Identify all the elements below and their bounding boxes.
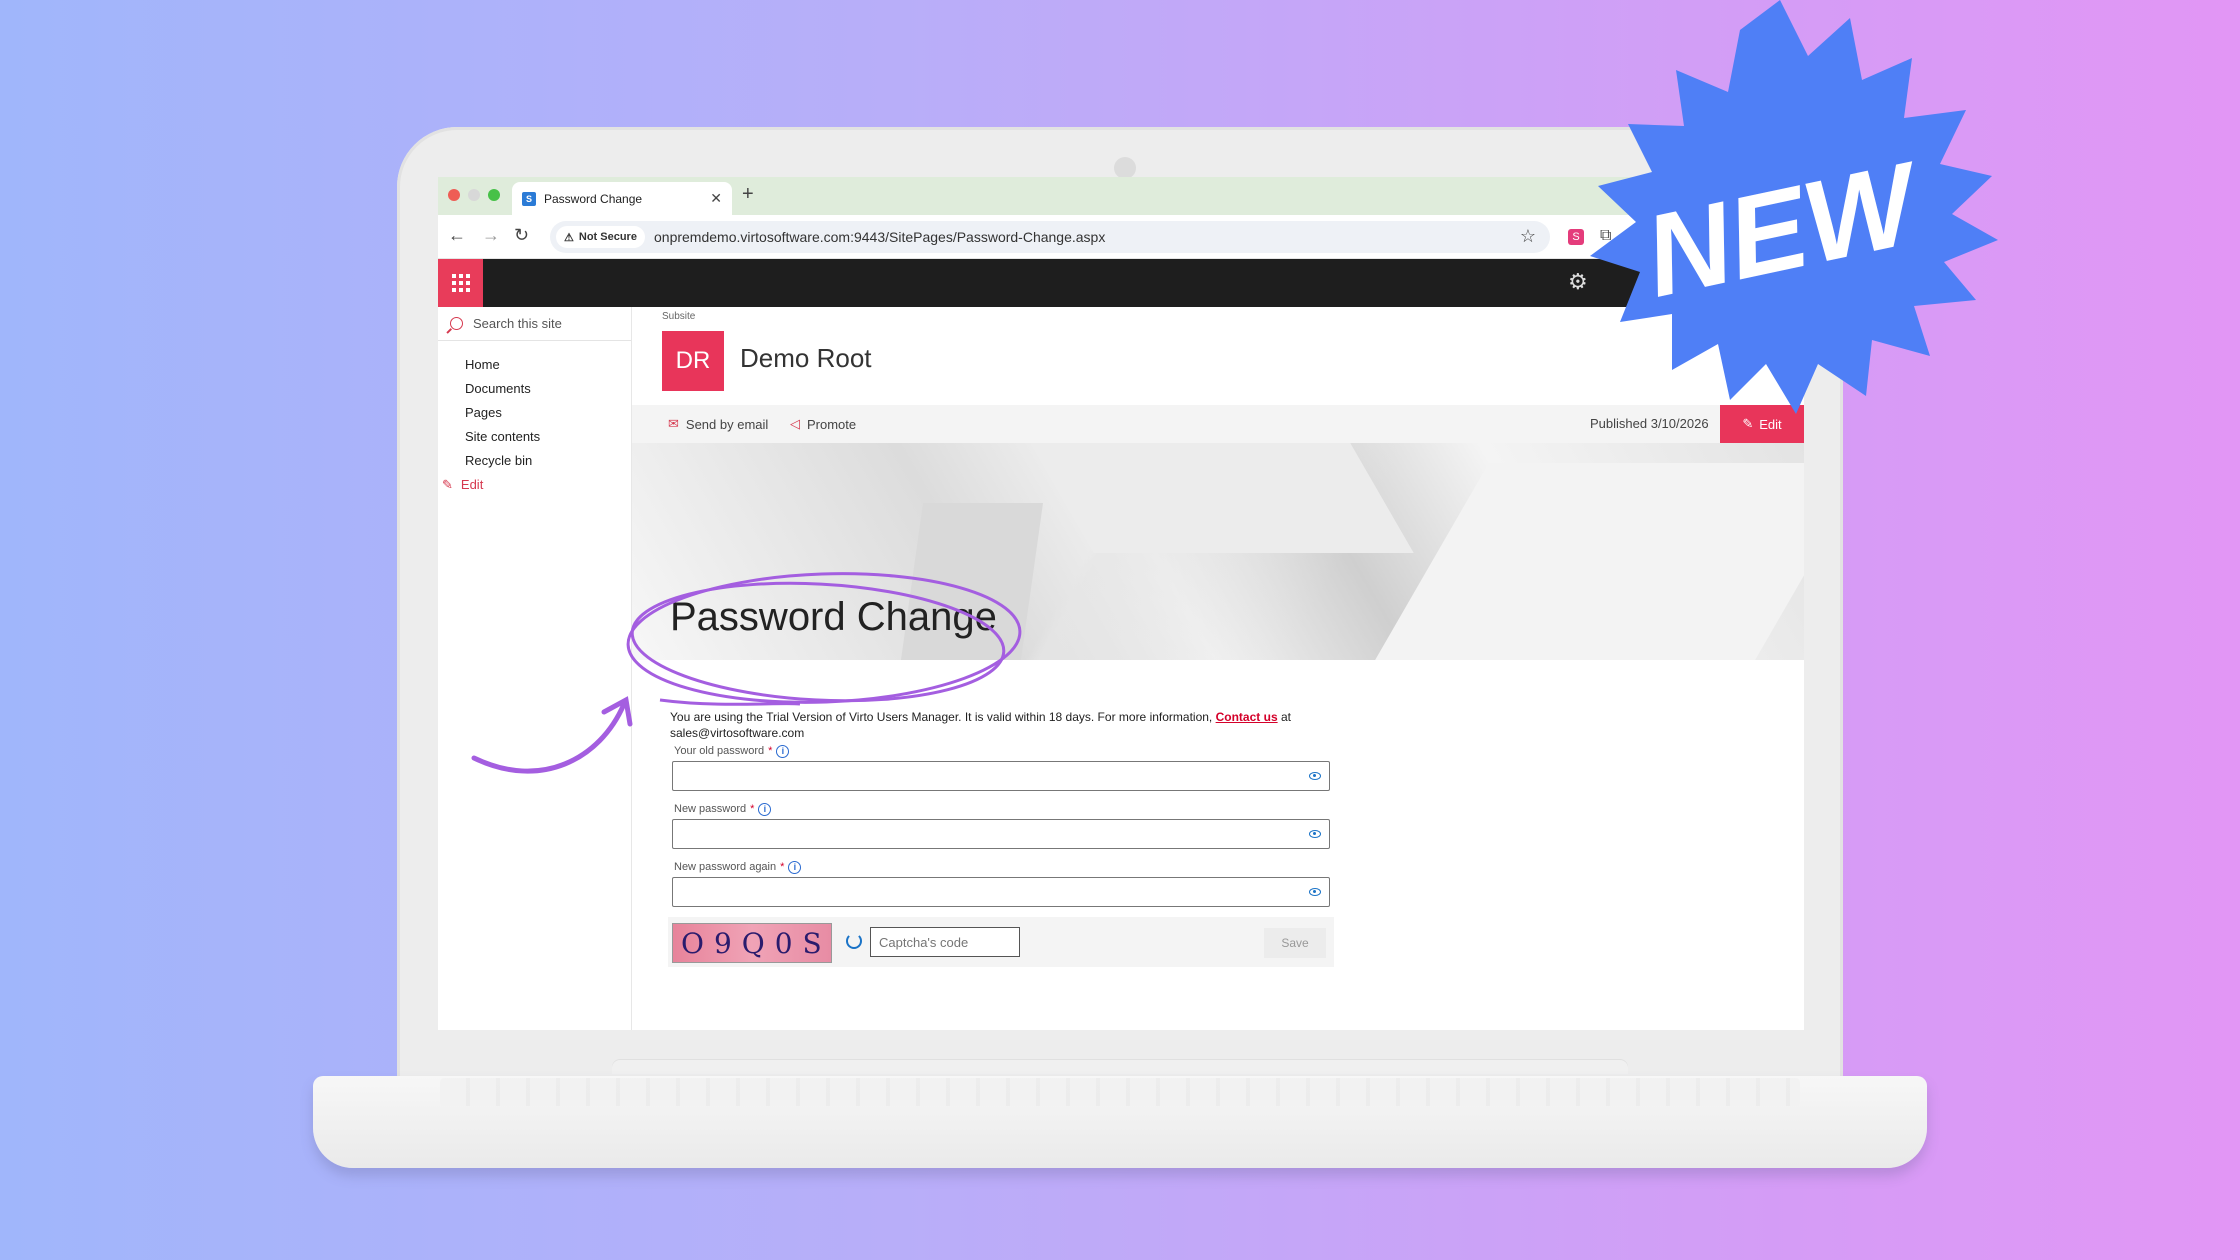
show-password-eye-icon[interactable] xyxy=(1309,888,1321,896)
refresh-captcha-icon[interactable] xyxy=(846,933,862,949)
nav-list: Home Documents Pages Site contents Recyc… xyxy=(438,341,631,497)
extensions-puzzle-icon[interactable]: ⧉ xyxy=(1600,227,1611,245)
site-search-box[interactable]: Search this site xyxy=(438,307,631,341)
promote-button[interactable]: ◁ Promote xyxy=(790,416,856,432)
required-marker: * xyxy=(750,803,755,815)
captcha-input[interactable] xyxy=(870,927,1020,957)
browser-toolbar: ← → ↻ ⚠ Not Secure onpremdemo.virtosoftw… xyxy=(438,215,1804,259)
info-icon[interactable]: i xyxy=(758,802,772,816)
required-marker: * xyxy=(780,861,785,873)
browser-tab[interactable]: S Password Change ✕ xyxy=(512,182,732,215)
security-indicator[interactable]: ⚠ Not Secure xyxy=(556,226,645,248)
promote-label: Promote xyxy=(807,416,857,432)
subsite-label[interactable]: Subsite xyxy=(662,311,695,322)
captcha-row: O9Q0S Save xyxy=(668,917,1334,967)
laptop-camera xyxy=(1114,157,1136,179)
reload-icon[interactable]: ↻ xyxy=(514,225,529,246)
send-by-email-button[interactable]: ✉ Send by email xyxy=(668,416,768,432)
old-password-label: Your old password * i xyxy=(674,743,1368,759)
send-by-email-label: Send by email xyxy=(685,416,769,432)
info-icon[interactable]: i xyxy=(788,860,802,874)
new-password-label: New password * i xyxy=(674,801,1368,817)
site-title[interactable]: Demo Root xyxy=(740,343,872,374)
security-label: Not Secure xyxy=(578,231,637,243)
laptop-screen: S Password Change ✕ + ← → ↻ ⚠ Not Secure… xyxy=(438,177,1804,1030)
browser-tab-bar: S Password Change ✕ + xyxy=(438,177,1804,215)
megaphone-icon: ◁ xyxy=(790,416,800,431)
save-button[interactable]: Save xyxy=(1264,928,1326,958)
page-title: Password Change xyxy=(670,595,997,639)
mail-icon: ✉ xyxy=(668,416,679,431)
close-window-button[interactable] xyxy=(448,189,460,201)
page-edit-button[interactable]: ✎ Edit xyxy=(1720,405,1804,443)
password-change-form: Your old password * i New password * i N… xyxy=(668,743,1368,967)
bookmark-star-icon[interactable]: ☆ xyxy=(1520,226,1536,247)
tab-title: Password Change xyxy=(544,191,643,206)
back-arrow-icon[interactable]: ← xyxy=(448,225,466,246)
published-date: Published 3/10/2026 xyxy=(1590,416,1709,431)
search-icon xyxy=(450,317,463,330)
suite-bar: ⚙ xyxy=(438,259,1804,307)
trial-notice: You are using the Trial Version of Virto… xyxy=(670,709,1330,741)
show-password-eye-icon[interactable] xyxy=(1309,830,1321,838)
nav-edit-label: Edit xyxy=(460,477,484,492)
forward-arrow-icon[interactable]: → xyxy=(482,225,500,246)
pencil-icon: ✎ xyxy=(1742,416,1754,431)
contact-us-link[interactable]: Contact us xyxy=(1216,710,1278,724)
warning-icon: ⚠ xyxy=(564,231,574,244)
url-text[interactable]: onpremdemo.virtosoftware.com:9443/SitePa… xyxy=(654,229,1105,245)
show-password-eye-icon[interactable] xyxy=(1309,772,1321,780)
site-logo[interactable]: DR xyxy=(662,331,724,391)
nav-item-site-contents[interactable]: Site contents xyxy=(438,425,631,449)
nav-edit-link[interactable]: ✎ Edit xyxy=(438,473,631,497)
hero-banner: Password Change xyxy=(632,443,1804,660)
nav-item-home[interactable]: Home xyxy=(438,353,631,377)
left-navigation: Search this site Home Documents Pages Si… xyxy=(438,307,632,1030)
laptop-keyboard xyxy=(440,1078,1800,1106)
app-launcher-waffle-icon[interactable] xyxy=(438,259,483,307)
info-icon[interactable]: i xyxy=(776,744,790,758)
required-marker: * xyxy=(768,745,773,757)
new-tab-button[interactable]: + xyxy=(742,183,754,206)
old-password-input[interactable] xyxy=(672,761,1330,791)
laptop-hinge xyxy=(612,1060,1628,1074)
maximize-window-button[interactable] xyxy=(488,189,500,201)
minimize-window-button[interactable] xyxy=(468,189,480,201)
nav-item-recycle-bin[interactable]: Recycle bin xyxy=(438,449,631,473)
new-password-again-label: New password again * i xyxy=(674,859,1368,875)
old-password-label-text: Your old password xyxy=(674,745,765,757)
trial-text: You are using the Trial Version of Virto… xyxy=(670,710,1213,724)
extension-icon[interactable]: S xyxy=(1568,229,1584,245)
sharepoint-favicon-icon: S xyxy=(522,191,536,206)
new-password-again-label-text: New password again xyxy=(674,861,777,873)
window-controls xyxy=(448,189,500,201)
search-placeholder: Search this site xyxy=(473,316,562,331)
page-edit-label: Edit xyxy=(1759,416,1782,432)
tab-close-icon[interactable]: ✕ xyxy=(710,190,722,207)
new-password-again-input[interactable] xyxy=(672,877,1330,907)
nav-item-pages[interactable]: Pages xyxy=(438,401,631,425)
settings-gear-icon[interactable]: ⚙ xyxy=(1568,269,1588,295)
captcha-image: O9Q0S xyxy=(672,923,832,963)
nav-item-documents[interactable]: Documents xyxy=(438,377,631,401)
pencil-icon: ✎ xyxy=(442,477,453,492)
new-password-input[interactable] xyxy=(672,819,1330,849)
command-bar: ✉ Send by email ◁ Promote Published 3/10… xyxy=(632,405,1804,443)
new-password-label-text: New password xyxy=(674,803,747,815)
main-content: Subsite DR Demo Root ✉ Send by email ◁ P… xyxy=(632,307,1804,1030)
address-bar[interactable]: ⚠ Not Secure onpremdemo.virtosoftware.co… xyxy=(550,221,1550,253)
